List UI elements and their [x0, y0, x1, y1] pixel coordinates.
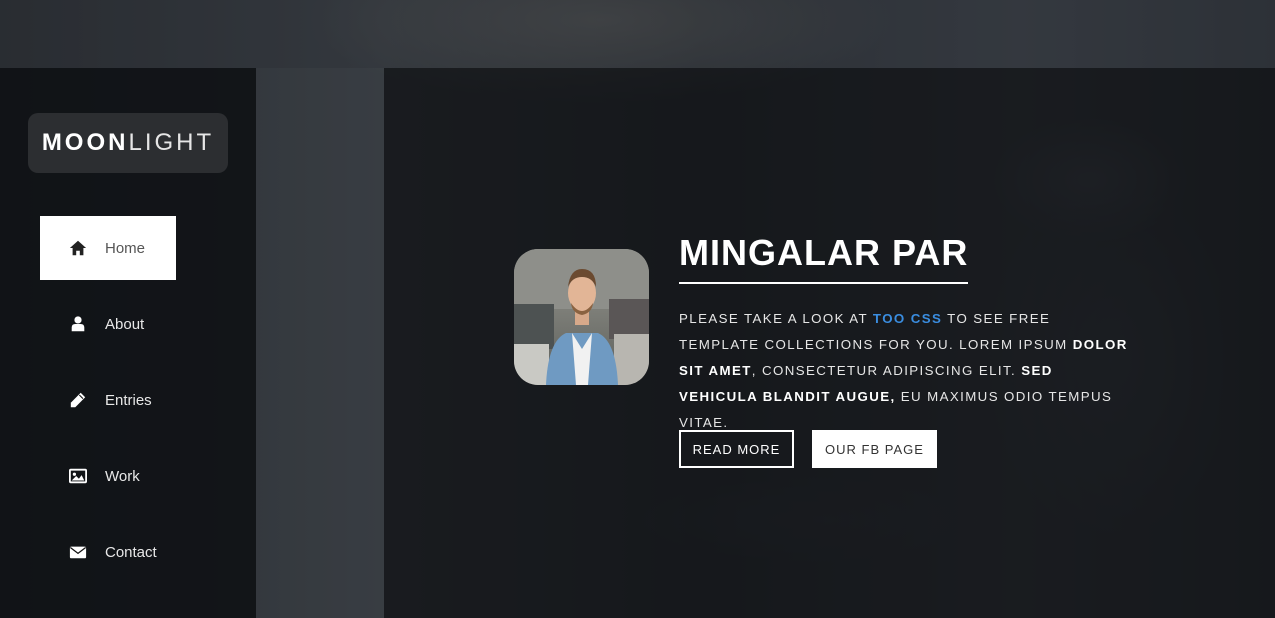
- nav-item-label: Home: [105, 239, 146, 257]
- hero-description: PLEASE TAKE A LOOK AT TOO CSS TO SEE FRE…: [679, 306, 1129, 436]
- nav-item-home[interactable]: Home: [40, 216, 176, 280]
- home-icon: [68, 238, 88, 258]
- site-logo[interactable]: MOON LIGHT: [28, 113, 228, 173]
- nav-item-label: About: [105, 315, 145, 333]
- nav-item-label: Entries: [105, 391, 152, 409]
- desc-text-3: , CONSECTETUR ADIPISCING ELIT.: [751, 363, 1022, 378]
- nav-item-entries[interactable]: Entries: [40, 368, 176, 432]
- user-icon: [68, 314, 88, 334]
- top-band: [0, 0, 1275, 68]
- read-more-button[interactable]: READ MORE: [679, 430, 794, 468]
- hero-title: MINGALAR PAR: [679, 232, 969, 284]
- nav-item-about[interactable]: About: [40, 292, 176, 356]
- nav-item-label: Work: [105, 467, 140, 485]
- logo-bold: MOON: [41, 129, 129, 156]
- nav-item-work[interactable]: Work: [40, 444, 176, 508]
- envelope-icon: [68, 542, 88, 562]
- too-css-link[interactable]: TOO CSS: [873, 311, 942, 326]
- image-icon: [68, 466, 88, 486]
- logo-light: LIGHT: [128, 129, 215, 156]
- pencil-icon: [68, 390, 88, 410]
- nav-item-contact[interactable]: Contact: [40, 520, 176, 584]
- fb-page-button[interactable]: OUR FB PAGE: [812, 430, 937, 468]
- main-nav: Home About Entries Work Contact: [40, 216, 176, 596]
- profile-photo: [514, 249, 649, 385]
- desc-text-1: PLEASE TAKE A LOOK AT: [679, 311, 873, 326]
- nav-item-label: Contact: [105, 543, 157, 561]
- side-gap: [256, 68, 384, 618]
- sidebar: MOON LIGHT Home About Entries Work Conta…: [0, 68, 256, 618]
